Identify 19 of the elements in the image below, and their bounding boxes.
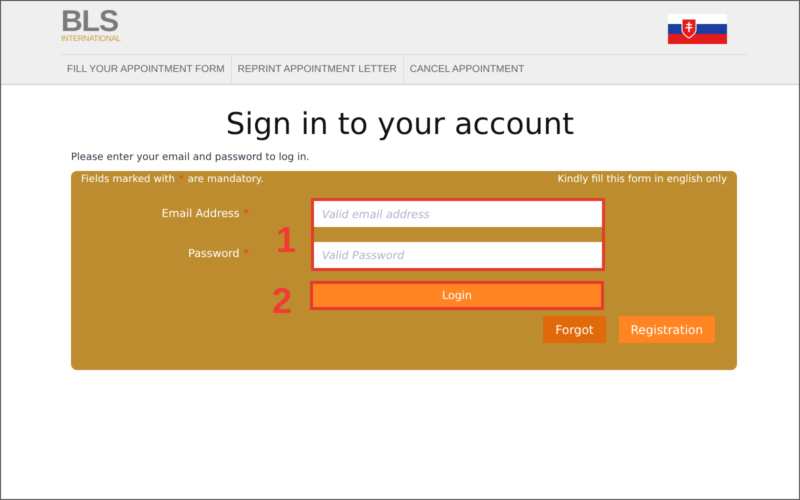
mandatory-note: Fields marked with * are mandatory. — [81, 174, 264, 185]
required-mark: * — [244, 247, 249, 260]
page-title: Sign in to your account — [224, 107, 576, 142]
field-label: Password — [188, 247, 240, 260]
input-field[interactable]: Valid email address — [314, 201, 602, 227]
forgot-button[interactable]: Forgot — [543, 316, 606, 343]
intro-text: Please enter your email and password to log in. — [71, 152, 310, 163]
required-mark: * — [244, 207, 249, 220]
flag-icon[interactable] — [668, 14, 727, 44]
language-note: Kindly fill this form in english only — [558, 174, 727, 185]
nav-link[interactable]: CANCEL APPOINTMENT — [404, 55, 530, 84]
logo-subtitle: INTERNATIONAL — [61, 35, 121, 43]
annotation-number: 1 — [276, 222, 296, 258]
logo-name: BLS — [61, 7, 118, 37]
input-field[interactable]: Valid Password — [314, 242, 602, 268]
annotation-number: 2 — [272, 283, 292, 319]
nav-link[interactable]: FILL YOUR APPOINTMENT FORM — [61, 55, 232, 84]
field-label: Email Address — [162, 207, 240, 220]
nav-link[interactable]: REPRINT APPOINTMENT LETTER — [232, 55, 404, 84]
